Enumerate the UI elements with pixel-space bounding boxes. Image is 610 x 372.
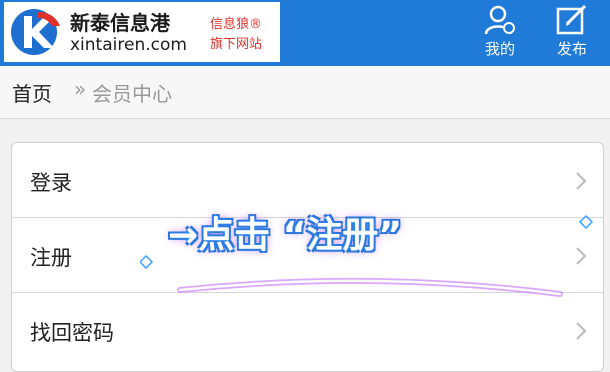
menu-item-label: 找回密码 [30, 321, 114, 345]
breadcrumb-home[interactable]: 首页 [12, 78, 52, 107]
publish-button[interactable]: 发布 [544, 4, 600, 62]
menu-item-forgot-password[interactable]: 找回密码 [12, 293, 603, 371]
logo-title: 新泰信息港 [70, 11, 170, 35]
menu-item-login[interactable]: 登录 [12, 143, 603, 218]
edit-icon [556, 4, 587, 35]
menu-item-label: 注册 [30, 246, 72, 270]
chevron-right-icon [576, 172, 587, 190]
chevron-right-icon [576, 322, 587, 340]
user-icon [484, 5, 515, 35]
menu-item-label: 登录 [30, 171, 72, 195]
logo-brand: 信息狼® [210, 17, 263, 32]
breadcrumb: 首页 » 会员中心 [0, 66, 610, 119]
top-header: 新泰信息港 xintairen.com 信息狼® 旗下网站 我的 发布 [0, 0, 610, 66]
member-menu: 登录 注册 找回密码 [11, 142, 604, 372]
chevron-right-icon [576, 247, 587, 265]
publish-label: 发布 [556, 40, 587, 58]
breadcrumb-current: 会员中心 [92, 82, 172, 106]
menu-item-register[interactable]: 注册 [12, 218, 603, 293]
breadcrumb-separator: » [74, 77, 87, 101]
logo-mark-icon [11, 9, 60, 55]
my-account-label: 我的 [484, 40, 515, 58]
site-logo[interactable]: 新泰信息港 xintairen.com 信息狼® 旗下网站 [4, 2, 280, 62]
my-account-button[interactable]: 我的 [472, 4, 528, 62]
logo-tagline: 旗下网站 [210, 37, 263, 52]
logo-domain: xintairen.com [70, 35, 187, 55]
